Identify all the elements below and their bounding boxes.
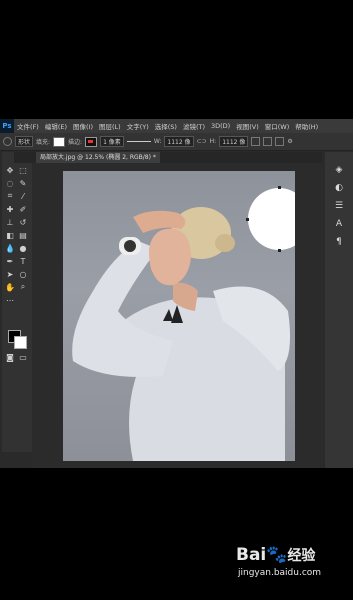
paragraph-panel-icon[interactable]: ¶ <box>333 236 345 248</box>
menu-window[interactable]: 窗口(W) <box>262 121 293 131</box>
baidu-jingyan-logo: Bai🐾经验 <box>236 545 315 565</box>
menu-file[interactable]: 文件(F) <box>14 121 42 131</box>
ellipse-tool-preset-icon[interactable] <box>3 137 12 146</box>
fill-color-swatch[interactable] <box>53 136 66 147</box>
watermark-brand-suffix: 经验 <box>287 548 316 564</box>
menu-type[interactable]: 文字(Y) <box>124 121 152 131</box>
height-label: H: <box>209 138 217 145</box>
pen-tool-icon[interactable]: ✒ <box>5 256 15 266</box>
path-selection-tool-icon[interactable]: ➤ <box>5 269 15 279</box>
stroke-type-select[interactable] <box>126 141 151 142</box>
layers-panel-icon[interactable]: ◈ <box>333 164 345 176</box>
link-icon[interactable]: ⊂⊃ <box>197 138 207 145</box>
menu-filter[interactable]: 滤镜(T) <box>180 121 208 131</box>
height-field[interactable]: 1112 像 <box>219 136 249 147</box>
width-field[interactable]: 1112 像 <box>164 136 194 147</box>
menu-3d[interactable]: 3D(D) <box>208 122 233 130</box>
path-operations-icon[interactable] <box>251 137 261 146</box>
watermark-url: jingyan.baidu.com <box>238 568 322 578</box>
screen-mode-icon[interactable]: ▭ <box>18 352 28 362</box>
ellipse-anchor-left[interactable] <box>246 218 249 221</box>
photoshop-window: Ps 文件(F) 编辑(E) 图像(I) 图层(L) 文字(Y) 选择(S) 滤… <box>0 119 353 468</box>
eyedropper-tool-icon[interactable]: ⁄ <box>18 191 28 201</box>
menu-view[interactable]: 视图(V) <box>233 121 262 131</box>
options-bar: 形状 填充: 描边: 1 像素 W: 1112 像 ⊂⊃ H: 1112 像 ⚙ <box>0 133 353 151</box>
watch-face <box>124 240 136 252</box>
background-color-swatch[interactable] <box>14 336 27 349</box>
settings-gear-icon[interactable]: ⚙ <box>287 138 292 145</box>
document-tab[interactable]: 局部放大.jpg @ 12.5% (椭圆 2, RGB/8) * <box>36 152 160 163</box>
photoshop-logo: Ps <box>0 119 14 133</box>
menu-layer[interactable]: 图层(L) <box>96 121 124 131</box>
clone-stamp-tool-icon[interactable]: ⊥ <box>5 217 15 227</box>
menu-edit[interactable]: 编辑(E) <box>42 121 70 131</box>
zoom-tool-icon[interactable]: ⌕ <box>18 282 28 292</box>
character-panel-icon[interactable]: A <box>333 218 345 230</box>
tools-panel: ✥ ⬚ ◌ ✎ ⌗ ⁄ ✚ ✐ ⊥ ↺ ◧ ▤ 💧 ● ✒ T ➤ ○ ✋ ⌕ … <box>2 152 32 452</box>
crop-tool-icon[interactable]: ⌗ <box>5 191 15 201</box>
move-tool-icon[interactable]: ✥ <box>5 165 15 175</box>
ellipse-anchor-bottom[interactable] <box>278 249 281 252</box>
stroke-label: 描边: <box>68 139 83 146</box>
ellipse-tool-icon[interactable]: ○ <box>18 269 28 279</box>
history-brush-tool-icon[interactable]: ↺ <box>18 217 28 227</box>
type-tool-icon[interactable]: T <box>18 256 28 266</box>
panel-dock: ◈ ◐ ☰ A ¶ <box>325 152 353 468</box>
menu-bar: Ps 文件(F) 编辑(E) 图像(I) 图层(L) 文字(Y) 选择(S) 滤… <box>0 119 353 133</box>
ellipse-anchor-top[interactable] <box>278 186 281 189</box>
brush-tool-icon[interactable]: ✐ <box>18 204 28 214</box>
healing-brush-tool-icon[interactable]: ✚ <box>5 204 15 214</box>
quick-select-tool-icon[interactable]: ✎ <box>18 178 28 188</box>
watermark-brand: Bai <box>236 545 267 565</box>
blur-tool-icon[interactable]: 💧 <box>5 243 15 253</box>
hair-bun <box>215 234 235 252</box>
path-arrangement-icon[interactable] <box>275 137 285 146</box>
menu-image[interactable]: 图像(I) <box>70 121 96 131</box>
tool-mode-select[interactable]: 形状 <box>15 136 34 147</box>
stroke-width-field[interactable]: 1 像素 <box>100 136 124 147</box>
path-alignment-icon[interactable] <box>263 137 273 146</box>
document-photo[interactable] <box>63 171 295 461</box>
adjustments-panel-icon[interactable]: ◐ <box>333 182 345 194</box>
hand-tool-icon[interactable]: ✋ <box>5 282 15 292</box>
eraser-tool-icon[interactable]: ◧ <box>5 230 15 240</box>
lasso-tool-icon[interactable]: ◌ <box>5 178 15 188</box>
document-tab-bar: 局部放大.jpg @ 12.5% (椭圆 2, RGB/8) * <box>14 152 322 163</box>
stroke-color-swatch[interactable] <box>85 136 98 147</box>
dodge-tool-icon[interactable]: ● <box>18 243 28 253</box>
paw-icon: 🐾 <box>266 545 288 565</box>
gradient-tool-icon[interactable]: ▤ <box>18 230 28 240</box>
properties-panel-icon[interactable]: ☰ <box>333 200 345 212</box>
width-label: W: <box>153 138 162 145</box>
quick-mask-icon[interactable]: ◙ <box>5 352 15 362</box>
canvas-area[interactable] <box>33 163 323 468</box>
face <box>149 228 191 286</box>
marquee-tool-icon[interactable]: ⬚ <box>18 165 28 175</box>
fill-label: 填充: <box>36 139 51 146</box>
edit-toolbar-icon[interactable]: ⋯ <box>5 295 15 305</box>
menu-help[interactable]: 帮助(H) <box>292 121 321 131</box>
menu-select[interactable]: 选择(S) <box>152 121 180 131</box>
